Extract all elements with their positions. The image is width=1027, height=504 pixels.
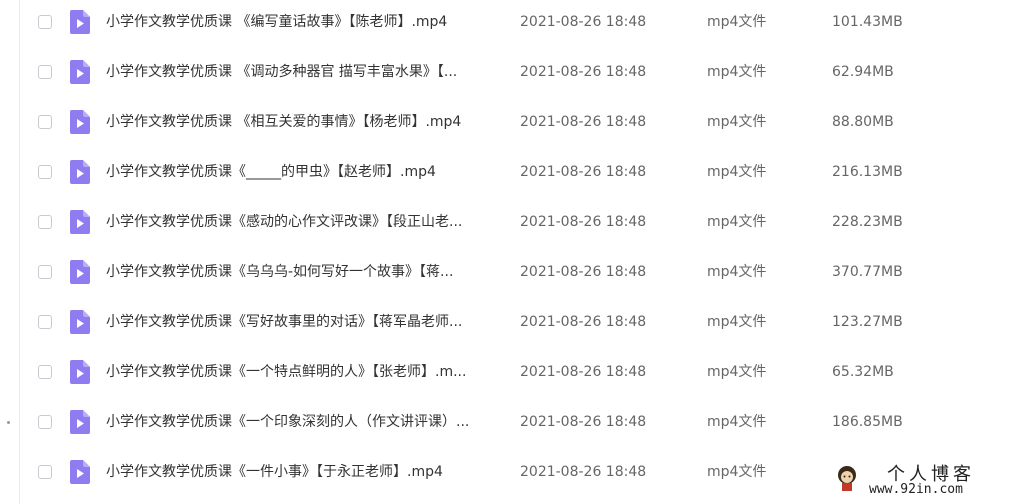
file-row[interactable]: 小学作文教学优质课 《编写童话故事》【陈老师】.mp4 2021-08-26 18… bbox=[20, 0, 1027, 50]
file-name[interactable]: 小学作文教学优质课《一个印象深刻的人（作文讲评课）... bbox=[106, 412, 501, 432]
video-file-icon bbox=[70, 410, 90, 434]
file-name[interactable]: 小学作文教学优质课 《相互关爱的事情》【杨老师】.mp4 bbox=[106, 112, 501, 132]
row-checkbox[interactable] bbox=[38, 165, 52, 179]
file-modified-date: 2021-08-26 18:48 bbox=[520, 114, 647, 130]
video-file-icon bbox=[70, 310, 90, 334]
video-file-icon bbox=[70, 460, 90, 484]
file-type: mp4文件 bbox=[707, 464, 767, 480]
file-name[interactable]: 小学作文教学优质课 《编写童话故事》【陈老师】.mp4 bbox=[106, 12, 501, 32]
video-file-icon bbox=[70, 210, 90, 234]
file-list: 小学作文教学优质课 《编写童话故事》【陈老师】.mp4 2021-08-26 18… bbox=[20, 0, 1027, 504]
row-checkbox[interactable] bbox=[38, 465, 52, 479]
row-checkbox[interactable] bbox=[38, 215, 52, 229]
file-row[interactable]: 小学作文教学优质课《_____的甲虫》【赵老师】.mp4 2021-08-26 1… bbox=[20, 150, 1027, 200]
video-file-icon bbox=[70, 360, 90, 384]
row-checkbox[interactable] bbox=[38, 15, 52, 29]
file-modified-date: 2021-08-26 18:48 bbox=[520, 214, 647, 230]
file-row[interactable]: 小学作文教学优质课《一个印象深刻的人（作文讲评课）... 2021-08-26 1… bbox=[20, 400, 1027, 450]
file-modified-date: 2021-08-26 18:48 bbox=[520, 414, 647, 430]
file-modified-date: 2021-08-26 18:48 bbox=[520, 464, 647, 480]
file-row[interactable]: 小学作文教学优质课《一个特点鲜明的人》【张老师】.m... 2021-08-26 … bbox=[20, 350, 1027, 400]
row-checkbox[interactable] bbox=[38, 365, 52, 379]
file-row[interactable]: 小学作文教学优质课 《相互关爱的事情》【杨老师】.mp4 2021-08-26 1… bbox=[20, 100, 1027, 150]
file-row[interactable]: 小学作文教学优质课《感动的心作文评改课》【段正山老... 2021-08-26 1… bbox=[20, 200, 1027, 250]
file-type: mp4文件 bbox=[707, 114, 767, 130]
row-checkbox[interactable] bbox=[38, 115, 52, 129]
file-size: 101.43MB bbox=[832, 14, 903, 30]
file-size: 216.13MB bbox=[832, 164, 903, 180]
file-size: 88.80MB bbox=[832, 114, 894, 130]
file-name[interactable]: 小学作文教学优质课《乌乌乌-如何写好一个故事》【蒋... bbox=[106, 262, 501, 282]
file-size: 65.32MB bbox=[832, 364, 894, 380]
file-row[interactable]: 小学作文教学优质课《乌乌乌-如何写好一个故事》【蒋... 2021-08-26 1… bbox=[20, 250, 1027, 300]
file-row[interactable]: 小学作文教学优质课《写好故事里的对话》【蒋军晶老师... 2021-08-26 1… bbox=[20, 300, 1027, 350]
file-modified-date: 2021-08-26 18:48 bbox=[520, 14, 647, 30]
video-file-icon bbox=[70, 10, 90, 34]
panel-edge-mark bbox=[7, 421, 10, 424]
left-panel-edge bbox=[0, 0, 20, 504]
file-type: mp4文件 bbox=[707, 364, 767, 380]
file-name[interactable]: 小学作文教学优质课《一个特点鲜明的人》【张老师】.m... bbox=[106, 362, 501, 382]
file-type: mp4文件 bbox=[707, 414, 767, 430]
video-file-icon bbox=[70, 110, 90, 134]
file-size: 62.94MB bbox=[832, 64, 894, 80]
row-checkbox[interactable] bbox=[38, 415, 52, 429]
file-modified-date: 2021-08-26 18:48 bbox=[520, 364, 647, 380]
file-name[interactable]: 小学作文教学优质课 《调动多种器官 描写丰富水果》【... bbox=[106, 62, 501, 82]
row-checkbox[interactable] bbox=[38, 65, 52, 79]
video-file-icon bbox=[70, 260, 90, 284]
file-name[interactable]: 小学作文教学优质课《写好故事里的对话》【蒋军晶老师... bbox=[106, 312, 501, 332]
file-modified-date: 2021-08-26 18:48 bbox=[520, 164, 647, 180]
file-name[interactable]: 小学作文教学优质课《一件小事》【于永正老师】.mp4 bbox=[106, 462, 501, 482]
file-type: mp4文件 bbox=[707, 214, 767, 230]
watermark-url: www.92in.com bbox=[869, 482, 963, 497]
file-size: 370.77MB bbox=[832, 264, 903, 280]
site-watermark: 个人博客 www.92in.com bbox=[831, 460, 1021, 500]
file-type: mp4文件 bbox=[707, 14, 767, 30]
file-name[interactable]: 小学作文教学优质课《_____的甲虫》【赵老师】.mp4 bbox=[106, 162, 501, 182]
row-checkbox[interactable] bbox=[38, 265, 52, 279]
file-size: 186.85MB bbox=[832, 414, 903, 430]
file-row[interactable]: 小学作文教学优质课 《调动多种器官 描写丰富水果》【... 2021-08-26 … bbox=[20, 50, 1027, 100]
file-type: mp4文件 bbox=[707, 64, 767, 80]
file-modified-date: 2021-08-26 18:48 bbox=[520, 264, 647, 280]
file-size: 228.23MB bbox=[832, 214, 903, 230]
video-file-icon bbox=[70, 160, 90, 184]
file-modified-date: 2021-08-26 18:48 bbox=[520, 314, 647, 330]
file-name[interactable]: 小学作文教学优质课《感动的心作文评改课》【段正山老... bbox=[106, 212, 501, 232]
file-type: mp4文件 bbox=[707, 314, 767, 330]
file-size: 123.27MB bbox=[832, 314, 903, 330]
video-file-icon bbox=[70, 60, 90, 84]
file-modified-date: 2021-08-26 18:48 bbox=[520, 64, 647, 80]
watermark-avatar-icon bbox=[838, 466, 856, 491]
file-type: mp4文件 bbox=[707, 164, 767, 180]
row-checkbox[interactable] bbox=[38, 315, 52, 329]
file-type: mp4文件 bbox=[707, 264, 767, 280]
